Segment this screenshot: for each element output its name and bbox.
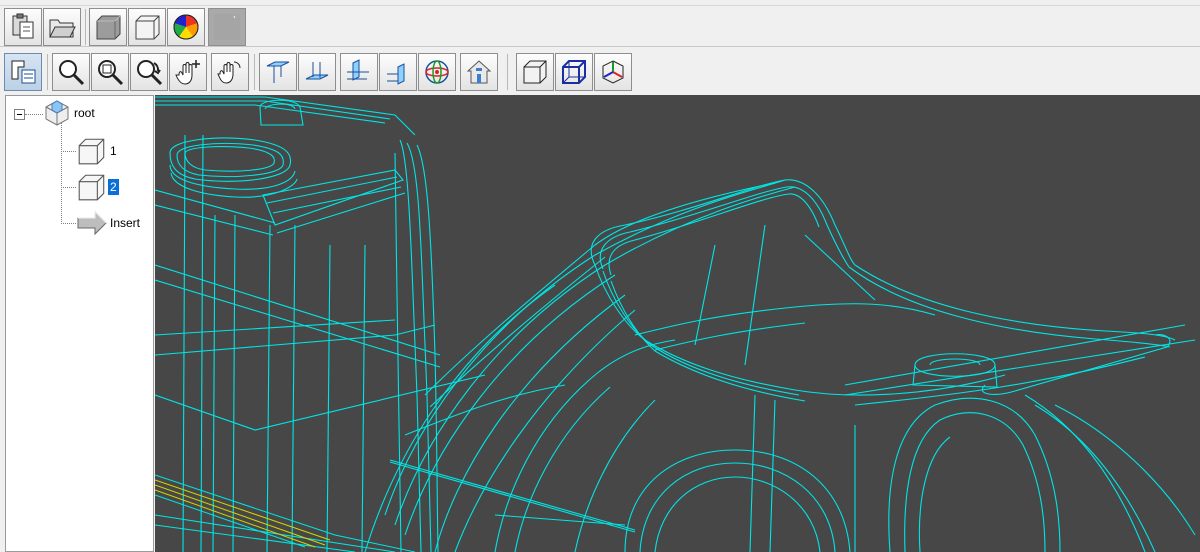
view-toolbar (0, 50, 1200, 94)
paste-button[interactable] (4, 8, 42, 46)
part-box-icon (78, 138, 105, 165)
tree-node-1[interactable]: 1 (76, 135, 119, 167)
zoom-rotate-icon (137, 60, 163, 86)
display-axes-button[interactable] (594, 53, 632, 91)
3d-viewport[interactable] (155, 95, 1200, 552)
zoom-icon (59, 60, 85, 86)
wireframe-model (155, 96, 1196, 552)
tree-connector (61, 187, 76, 188)
view-bottom-button[interactable] (298, 53, 336, 91)
zoom-rotate-button[interactable] (130, 53, 168, 91)
toolbar-separator (47, 54, 48, 90)
main-toolbar (0, 7, 1200, 47)
tree-label-1: 1 (110, 144, 117, 158)
view-bottom-icon (305, 62, 329, 80)
display-axes-icon (602, 60, 624, 84)
view-left-icon (347, 59, 369, 81)
zoom-window-icon (98, 60, 124, 86)
collapse-toggle[interactable] (14, 109, 25, 120)
pan-hand-icon (175, 60, 200, 85)
blank-panel-button[interactable] (208, 8, 246, 46)
shaded-box-button[interactable] (128, 8, 166, 46)
color-wheel-icon (173, 14, 199, 40)
tree-label-root: root (74, 106, 95, 120)
color-button[interactable] (167, 8, 205, 46)
solid-box-icon (96, 15, 121, 40)
tree-connector (61, 122, 62, 224)
rotate-hand-button[interactable] (211, 53, 249, 91)
tree-node-2[interactable]: 2 (76, 171, 119, 203)
view-right-button[interactable] (379, 53, 417, 91)
tree-label-insert: Insert (110, 216, 141, 230)
paste-icon (12, 13, 34, 39)
toolbar-separator (254, 54, 255, 90)
tree-node-insert[interactable]: Insert (76, 210, 142, 236)
select-tree-icon (11, 60, 36, 84)
solid-box-button[interactable] (89, 8, 127, 46)
part-box-icon (78, 174, 105, 201)
display-wireframe-button[interactable] (555, 53, 593, 91)
tree-node-root[interactable]: root (42, 98, 97, 128)
select-tree-button[interactable] (4, 53, 42, 91)
view-right-icon (387, 63, 405, 85)
orbit-icon (425, 60, 449, 84)
display-solid-button[interactable] (516, 53, 554, 91)
blank-panel-icon (214, 14, 240, 40)
shaded-box-icon (135, 15, 160, 40)
tree-connector (61, 151, 76, 152)
tree-label-2: 2 (108, 179, 119, 195)
zoom-window-button[interactable] (91, 53, 129, 91)
pan-button[interactable] (169, 53, 207, 91)
model-tree-panel[interactable]: root 1 2 Insert (5, 95, 154, 552)
orbit-button[interactable] (418, 53, 456, 91)
toolbar-separator (507, 54, 508, 90)
tree-connector (25, 114, 43, 115)
view-left-button[interactable] (340, 53, 378, 91)
open-folder-icon (49, 19, 76, 38)
view-top-button[interactable] (259, 53, 297, 91)
view-top-icon (266, 61, 290, 83)
home-view-button[interactable] (460, 53, 498, 91)
open-button[interactable] (43, 8, 81, 46)
window-top-edge (0, 0, 1200, 6)
home-view-icon (466, 60, 492, 84)
zoom-button[interactable] (52, 53, 90, 91)
tree-connector (61, 223, 76, 224)
display-solid-icon (523, 60, 547, 84)
display-wireframe-icon (562, 60, 586, 84)
rotate-hand-icon (217, 61, 241, 84)
root-assembly-icon (45, 100, 69, 126)
insert-arrow-icon (77, 210, 107, 236)
toolbar-separator (85, 9, 86, 45)
